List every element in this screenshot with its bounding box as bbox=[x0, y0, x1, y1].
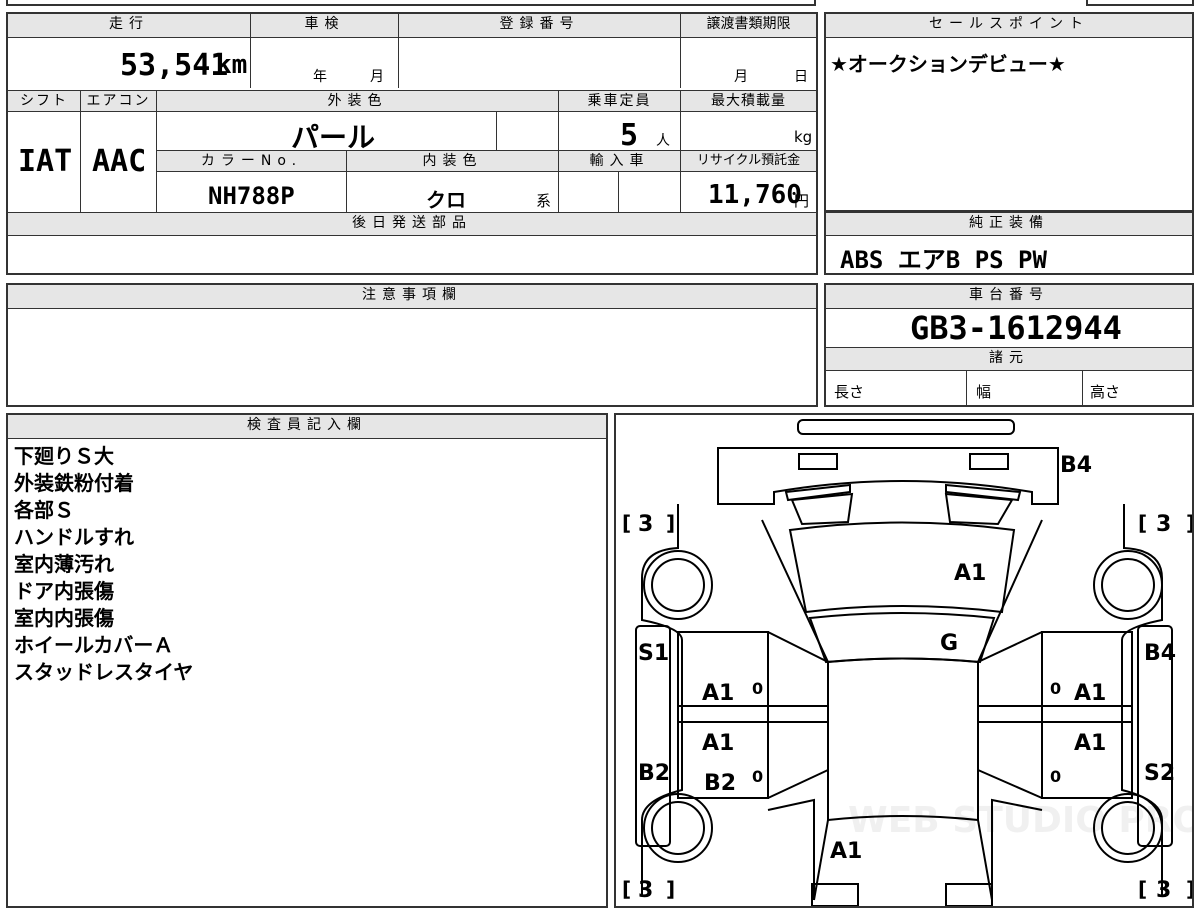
mark-rear: B4 bbox=[1060, 453, 1092, 478]
mark-hood: A1 bbox=[830, 839, 862, 864]
inspector-line: ドア内張傷 bbox=[14, 579, 114, 603]
specs-length: 長さ bbox=[834, 383, 865, 401]
mileage-value: 53,541 bbox=[120, 48, 229, 83]
inspection-month: 月 bbox=[370, 69, 384, 85]
chassis-value: GB3-1612944 bbox=[910, 309, 1122, 347]
mileage-header: 走行 bbox=[8, 14, 250, 38]
inspector-line: ホイールカバーＡ bbox=[14, 633, 174, 657]
shift-header: シフト bbox=[8, 90, 80, 112]
interior-value: クロ bbox=[426, 188, 466, 212]
svg-text:]: ] bbox=[666, 511, 675, 535]
inspection-year: 年 bbox=[313, 69, 327, 85]
recycle-unit: 円 bbox=[794, 192, 810, 210]
mark-left-rear-door: A1 bbox=[702, 681, 734, 706]
sales-point-panel: セールスポイント ★オークションデビュー★ bbox=[824, 12, 1194, 212]
watermark: WEB STUDIO PRO bbox=[848, 800, 1192, 841]
sales-point-header: セールスポイント bbox=[826, 14, 1192, 38]
transfer-header: 譲渡書類期限 bbox=[680, 14, 816, 38]
mark-left-front-door-top: A1 bbox=[702, 731, 734, 756]
equipment-value: ABS エアB PS PW bbox=[840, 246, 1047, 274]
mark-right-front-door: A1 bbox=[1074, 731, 1106, 756]
equipment-header: 純正装備 bbox=[826, 212, 1192, 236]
inspector-line: スタッドレスタイヤ bbox=[14, 660, 194, 684]
sales-point-value: ★オークションデビュー★ bbox=[830, 52, 1066, 76]
registration-header: 登録番号 bbox=[398, 14, 680, 38]
car-diagram: [] [] [] [] 3 3 3 3 B4 A1 G S1 B4 A1 A1 … bbox=[622, 419, 1192, 906]
svg-text:[: [ bbox=[622, 511, 631, 535]
color-no-header: カラーNo. bbox=[156, 150, 346, 172]
tire-mark-bl: 3 bbox=[638, 878, 653, 903]
inspector-panel: 検査員記入欄 下廻りＳ大 外装鉄粉付着 各部Ｓ ハンドルすれ 室内薄汚れ ドア内… bbox=[6, 413, 608, 908]
mark-right-rear-door: A1 bbox=[1074, 681, 1106, 706]
svg-text:]: ] bbox=[666, 877, 675, 901]
interior-header: 内装色 bbox=[346, 150, 558, 172]
zero-mark: 0 bbox=[752, 679, 763, 698]
inspector-line: 各部Ｓ bbox=[14, 498, 74, 522]
capacity-header: 乗車定員 bbox=[558, 90, 680, 112]
tire-mark-br: 3 bbox=[1156, 878, 1171, 903]
inspector-header: 検査員記入欄 bbox=[8, 415, 606, 439]
recycle-header: リサイクル預託金 bbox=[680, 150, 816, 172]
svg-text:[: [ bbox=[1138, 877, 1147, 901]
maxload-unit: kg bbox=[794, 128, 813, 146]
specs-height: 高さ bbox=[1090, 383, 1121, 401]
svg-text:[: [ bbox=[1138, 511, 1147, 535]
later-parts-header: 後日発送部品 bbox=[8, 212, 816, 236]
zero-mark: 0 bbox=[1050, 767, 1061, 786]
svg-text:]: ] bbox=[1186, 511, 1192, 535]
inspector-line: 下廻りＳ大 bbox=[14, 444, 114, 468]
chassis-header: 車台番号 bbox=[826, 285, 1192, 309]
mark-roof: G bbox=[940, 631, 958, 656]
mark-trunk: A1 bbox=[954, 561, 986, 586]
mark-right-rear-fender: B4 bbox=[1144, 641, 1176, 666]
inspector-line: 外装鉄粉付着 bbox=[14, 471, 134, 495]
svg-text:]: ] bbox=[1186, 877, 1192, 901]
svg-text:[: [ bbox=[622, 877, 631, 901]
zero-mark: 0 bbox=[1050, 679, 1061, 698]
color-no-value: NH788P bbox=[208, 182, 295, 210]
specs-width: 幅 bbox=[976, 383, 992, 401]
inspector-line: ハンドルすれ bbox=[14, 525, 134, 549]
interior-suffix: 系 bbox=[536, 192, 552, 210]
transfer-day: 日 bbox=[794, 69, 808, 85]
inspector-line: 室内内張傷 bbox=[14, 606, 114, 630]
mark-left-rear-fender: S1 bbox=[638, 641, 669, 666]
mark-left-front-door-bottom: B2 bbox=[704, 771, 736, 796]
aircon-value: AAC bbox=[92, 144, 147, 179]
exterior-header: 外装色 bbox=[156, 90, 558, 112]
transfer-month: 月 bbox=[734, 69, 748, 85]
specs-header: 諸元 bbox=[826, 347, 1192, 371]
recycle-value: 11,760 bbox=[708, 180, 802, 210]
notes-panel: 注意事項欄 bbox=[6, 283, 818, 407]
tire-mark-tl: 3 bbox=[638, 512, 653, 537]
mark-left-front-fender: B2 bbox=[638, 761, 670, 786]
import-header: 輸入車 bbox=[558, 150, 680, 172]
inspection-header: 車検 bbox=[250, 14, 398, 38]
zero-mark: 0 bbox=[752, 767, 763, 786]
vehicle-info-panel: 走行 車検 登録番号 譲渡書類期限 53,541 km 年 月 月 日 シフト … bbox=[6, 12, 818, 275]
aircon-header: エアコン bbox=[80, 90, 156, 112]
capacity-value: 5 bbox=[620, 118, 639, 153]
top-strip bbox=[6, 0, 816, 6]
damage-diagram-panel: [] [] [] [] 3 3 3 3 B4 A1 G S1 B4 A1 A1 … bbox=[614, 413, 1194, 908]
chassis-panel: 車台番号 GB3-1612944 諸元 長さ 幅 高さ bbox=[824, 283, 1194, 407]
inspector-line: 室内薄汚れ bbox=[14, 552, 114, 576]
top-strip-right bbox=[1086, 0, 1194, 6]
capacity-unit: 人 bbox=[656, 133, 670, 149]
inspector-notes: 下廻りＳ大 外装鉄粉付着 各部Ｓ ハンドルすれ 室内薄汚れ ドア内張傷 室内内張… bbox=[14, 443, 193, 686]
notes-header: 注意事項欄 bbox=[8, 285, 816, 309]
shift-value: IAT bbox=[18, 144, 73, 179]
mileage-unit: km bbox=[216, 50, 248, 80]
tire-mark-tr: 3 bbox=[1156, 512, 1171, 537]
maxload-header: 最大積載量 bbox=[680, 90, 816, 112]
mark-right-front-fender: S2 bbox=[1144, 761, 1175, 786]
equipment-panel: 純正装備 ABS エアB PS PW bbox=[824, 212, 1194, 275]
